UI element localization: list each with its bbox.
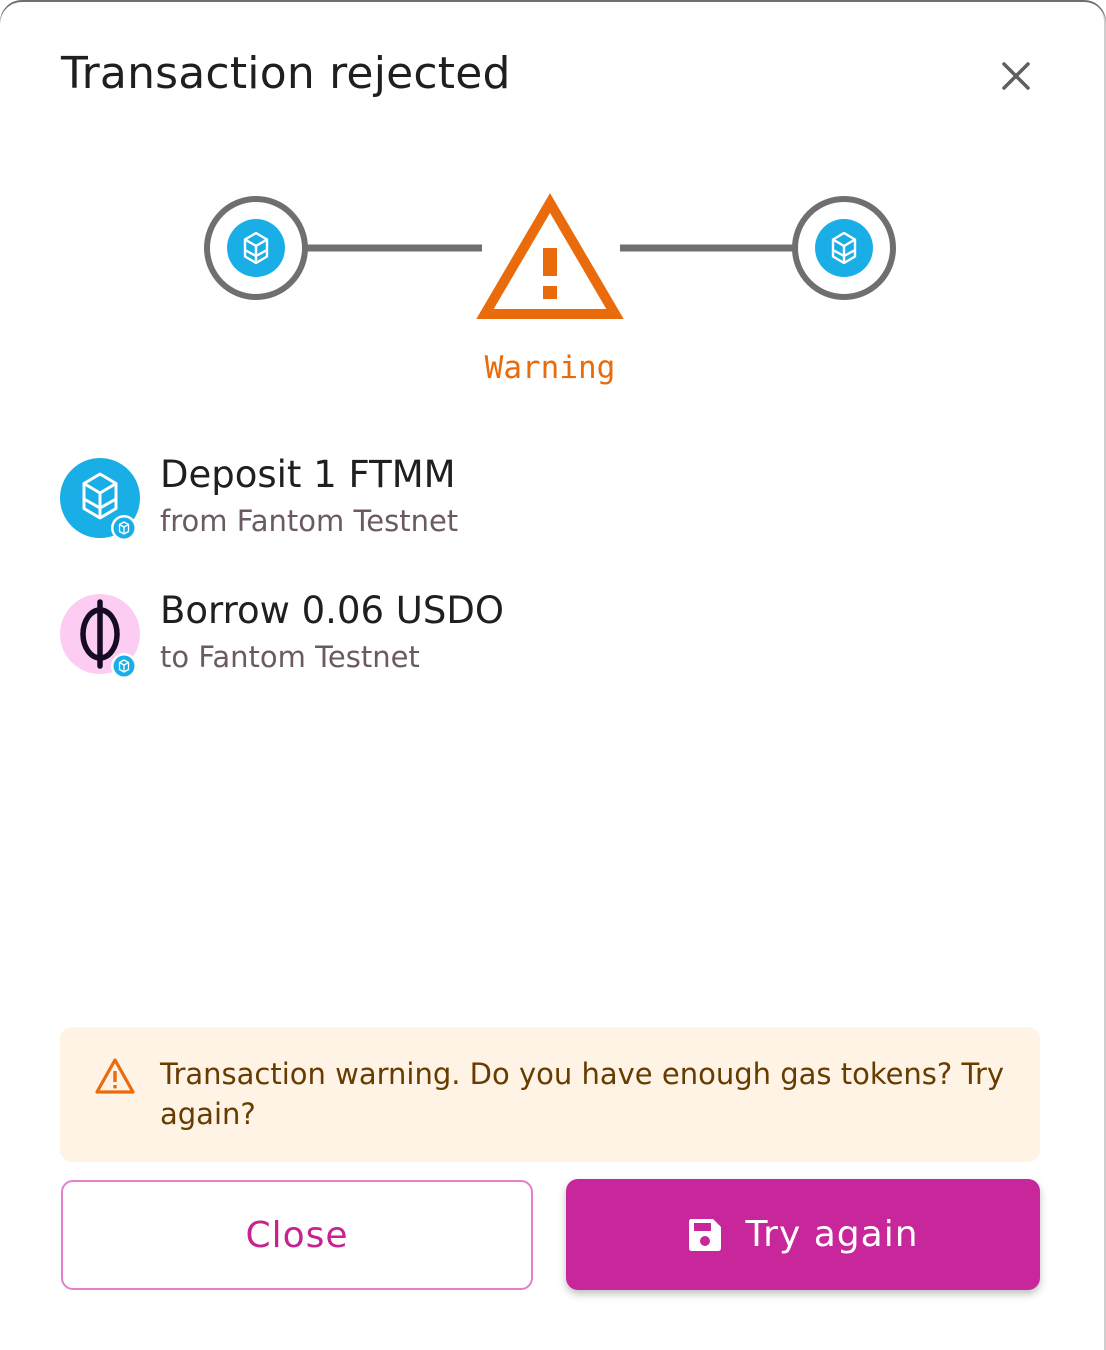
warning-alert: Transaction warning. Do you have enough … bbox=[60, 1027, 1040, 1162]
close-button-label: Close bbox=[245, 1214, 349, 1256]
transaction-subtitle: to Fantom Testnet bbox=[160, 640, 420, 674]
fantom-token-icon bbox=[60, 458, 140, 541]
alert-message: Transaction warning. Do you have enough … bbox=[160, 1057, 1005, 1131]
chain-badge-icon bbox=[111, 653, 137, 678]
transaction-dialog: Transaction rejected Warning Deposit 1 F… bbox=[0, 0, 1106, 1350]
usdo-icon bbox=[60, 594, 140, 678]
transaction-title: Borrow 0.06 USDO bbox=[160, 589, 504, 632]
transaction-title: Deposit 1 FTMM bbox=[160, 453, 456, 496]
save-icon bbox=[689, 1218, 722, 1251]
status-label: Warning bbox=[484, 350, 616, 386]
transaction-subtitle: from Fantom Testnet bbox=[160, 504, 459, 538]
stepper-source-chain bbox=[204, 196, 308, 300]
warning-icon bbox=[95, 1058, 135, 1094]
stepper-destination-chain bbox=[792, 196, 896, 300]
close-button[interactable]: Close bbox=[61, 1180, 533, 1290]
transaction-item-deposit: Deposit 1 FTMM from Fantom Testnet bbox=[60, 453, 960, 548]
try-again-button[interactable]: Try again bbox=[566, 1179, 1040, 1290]
warning-triangle-icon bbox=[476, 193, 624, 319]
dialog-title: Transaction rejected bbox=[61, 48, 511, 99]
try-again-label: Try again bbox=[745, 1214, 919, 1255]
transaction-item-borrow: Borrow 0.06 USDO to Fantom Testnet bbox=[60, 589, 960, 684]
chain-badge-icon bbox=[111, 515, 137, 541]
close-icon[interactable] bbox=[994, 54, 1038, 98]
